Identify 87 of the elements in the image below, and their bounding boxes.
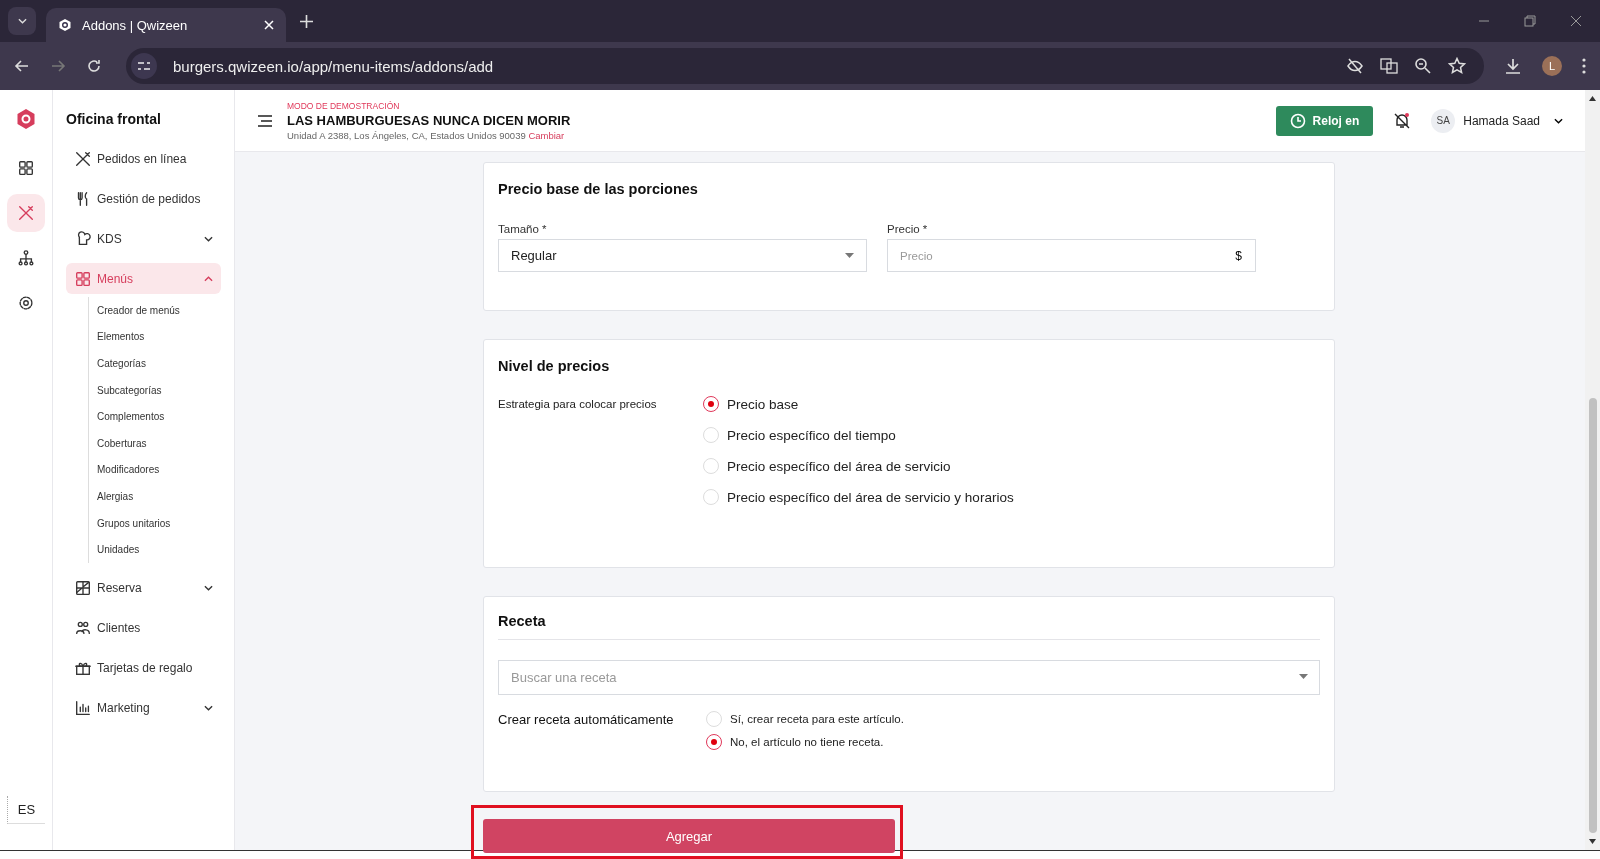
profile-avatar[interactable]: L	[1542, 56, 1562, 76]
submenu-item[interactable]: Elementos	[97, 323, 221, 351]
user-avatar[interactable]: SA	[1431, 108, 1456, 133]
card-title: Receta	[498, 613, 1320, 640]
currency-symbol: $	[1235, 249, 1242, 263]
chevron-icon	[204, 585, 213, 592]
new-tab-icon[interactable]	[300, 14, 313, 28]
change-link[interactable]: Cambiar	[528, 129, 565, 141]
sidebar-item[interactable]: Pedidos en línea	[66, 143, 221, 174]
menu-icon[interactable]	[257, 114, 273, 127]
clock-in-button[interactable]: Reloj en	[1275, 105, 1374, 136]
star-icon[interactable]	[1448, 57, 1466, 75]
radio-label[interactable]: Sí, crear receta para este artículo.	[730, 713, 904, 725]
zoom-out-icon[interactable]	[1414, 57, 1432, 75]
cutlery-icon	[17, 204, 35, 222]
restore-icon[interactable]	[1524, 15, 1536, 27]
radio-label[interactable]: Precio base	[727, 396, 799, 412]
card-title: Precio base de las porciones	[498, 181, 699, 197]
logo-icon	[58, 18, 72, 32]
translate-icon[interactable]	[1380, 57, 1398, 75]
address-bar[interactable]: burgers.qwizeen.io/app/menu-items/addons/add	[126, 48, 1484, 84]
close-icon[interactable]	[1570, 15, 1582, 27]
sidebar-item[interactable]: Menús	[66, 263, 221, 294]
chevron-icon	[204, 235, 213, 242]
submenu-item[interactable]: Unidades	[97, 536, 221, 563]
grid-icon	[17, 159, 35, 177]
radio-label[interactable]: No, el artículo no tiene receta.	[730, 736, 884, 748]
back-icon[interactable]	[14, 58, 30, 74]
tab-title: Addons | Qwizeen	[82, 17, 189, 33]
calendar-icon	[74, 579, 92, 598]
reload-icon[interactable]	[86, 58, 102, 74]
submenu-item[interactable]: Creador de menús	[97, 297, 221, 324]
caret-icon	[1299, 674, 1308, 679]
chevron-icon	[1554, 117, 1563, 124]
cutlery-icon	[74, 149, 92, 168]
submenu-item[interactable]: Categorías	[97, 350, 221, 377]
caret-icon	[845, 253, 854, 258]
chart-icon	[74, 699, 92, 718]
eye-slash-icon[interactable]	[1346, 57, 1364, 75]
site-settings-icon[interactable]	[131, 53, 157, 79]
clock-icon	[1289, 112, 1306, 129]
scrollbar[interactable]	[1585, 90, 1600, 850]
demo-mode-label: MODO DE DEMOSTRACIÓN	[287, 100, 401, 111]
caret-icon	[17, 18, 27, 24]
org-icon	[17, 249, 35, 267]
field-label: Crear receta automáticamente	[498, 711, 675, 729]
url-text: burgers.qwizeen.io/app/menu-items/addons/add	[173, 57, 494, 75]
field-label: Precio *	[887, 223, 929, 235]
field-label: Tamaño *	[498, 223, 548, 235]
grid-icon	[74, 269, 92, 288]
field-label: Estrategia para colocar precios	[498, 397, 658, 412]
submenu-item[interactable]: Modificadores	[97, 456, 221, 484]
more-icon[interactable]	[1582, 58, 1586, 74]
chevron-icon	[204, 275, 213, 282]
card-title: Nivel de precios	[498, 358, 611, 374]
store-address: Unidad A 2388, Los Ángeles, CA, Estados Unidos 90039	[287, 129, 526, 141]
submenu-item[interactable]: Alergias	[97, 483, 221, 510]
browser-tab[interactable]: Addons | Qwizeen	[46, 8, 286, 42]
forward-icon[interactable]	[50, 58, 66, 74]
store-name: LAS HAMBURGUESAS NUNCA DICEN MORIR	[287, 112, 571, 128]
scroll-down-icon[interactable]	[1589, 839, 1596, 844]
sidebar-title: Oficina frontal	[66, 110, 162, 129]
tab-search-button[interactable]	[8, 7, 36, 35]
radio-label[interactable]: Precio específico del tiempo	[727, 427, 896, 443]
sidebar-item[interactable]: KDS	[66, 223, 221, 254]
scrollbar-thumb[interactable]	[1588, 398, 1597, 833]
language-selector[interactable]: ES	[6, 796, 46, 824]
sidebar-item[interactable]: Tarjetas de regalo	[66, 652, 221, 684]
bell-off-icon[interactable]	[1393, 111, 1412, 130]
radio-label[interactable]: Precio específico del área de servicio	[727, 458, 951, 474]
sidebar-item[interactable]: Reserva	[66, 572, 221, 604]
sidebar-item[interactable]: Clientes	[66, 612, 221, 644]
radio-label[interactable]: Precio específico del área de servicio y horarios	[727, 489, 1014, 505]
download-icon[interactable]	[1504, 57, 1522, 75]
submenu-item[interactable]: Subcategorías	[97, 376, 221, 404]
logo-icon	[16, 108, 36, 130]
recipe-search-dropdown[interactable]: Buscar una receta	[498, 660, 1320, 695]
chevron-icon	[204, 705, 213, 712]
submenu-item[interactable]: Complementos	[97, 403, 221, 430]
sidebar-item[interactable]: Gestión de pedidos	[66, 183, 221, 214]
user-name[interactable]: Hamada Saad	[1463, 113, 1540, 128]
scroll-up-icon[interactable]	[1589, 96, 1596, 101]
sidebar-item[interactable]: Marketing	[66, 692, 221, 724]
add-button[interactable]: Agregar	[483, 819, 895, 853]
submenu-item[interactable]: Grupos unitarios	[97, 509, 221, 537]
size-dropdown[interactable]: Regular	[498, 239, 867, 272]
submenu-item[interactable]: Coberturas	[97, 429, 221, 457]
